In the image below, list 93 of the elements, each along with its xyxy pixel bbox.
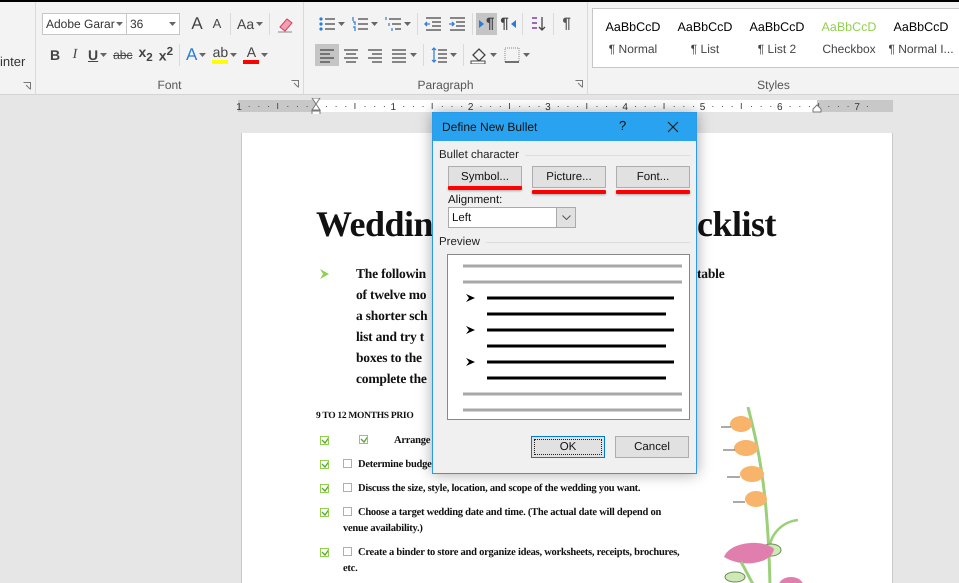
- subscript-button[interactable]: x$_{2}$: [135, 44, 156, 66]
- alignment-dropdown[interactable]: Left: [448, 207, 576, 228]
- checkbox[interactable]: [359, 435, 368, 444]
- dialog-launcher-icon[interactable]: [23, 82, 31, 90]
- multilevel-list-icon: [384, 14, 402, 32]
- alignment-label: Alignment:: [448, 194, 504, 206]
- dialog-button[interactable]: Picture...: [532, 166, 606, 188]
- show-marks-button[interactable]: ¶: [556, 12, 577, 34]
- borders-icon: [503, 46, 521, 64]
- ruler-number: 6: [777, 102, 783, 113]
- style-item[interactable]: AaBbCcD ¶ Normal: [597, 9, 669, 67]
- dialog-title: Define New Bullet: [442, 120, 538, 134]
- caret-icon: [169, 22, 176, 26]
- underline-button[interactable]: U: [85, 44, 110, 66]
- section-heading: 9 TO 12 MONTHS PRIO: [316, 411, 414, 421]
- paragraph-text: a shorter sch: [356, 307, 428, 325]
- section-label: Bullet character: [439, 149, 519, 161]
- paragraph-text: boxes to the: [356, 349, 423, 367]
- checkbox[interactable]: [343, 483, 352, 492]
- section-label: Preview: [439, 236, 480, 248]
- dialog-button[interactable]: Symbol...: [448, 166, 522, 188]
- triangle-icon: [510, 20, 516, 28]
- paragraph-text: of twelve mo: [356, 286, 428, 304]
- dialog-button[interactable]: OK: [531, 436, 605, 458]
- bold-button[interactable]: B: [45, 44, 65, 66]
- line-spacing-icon: [430, 46, 448, 64]
- checklist-text: etc.: [343, 563, 358, 574]
- ruler-number: 1: [236, 102, 242, 113]
- paragraph-text: The followin: [356, 265, 427, 283]
- checklist-text: venue availability.): [343, 523, 423, 534]
- superscript-button[interactable]: x$^{2}$: [156, 44, 176, 66]
- style-item[interactable]: AaBbCcD ¶ List 2: [741, 9, 813, 67]
- checklist-text: Discuss the size, style, location, and scope of the wedding you want.: [358, 483, 640, 494]
- style-item[interactable]: AaBbCcD ¶ Normal I...: [885, 9, 957, 67]
- document-title: Weddin: [316, 203, 434, 245]
- checkbox[interactable]: [320, 484, 329, 493]
- bullet-list-icon: [318, 14, 336, 32]
- paragraph-text: complete the: [356, 370, 428, 388]
- checkbox[interactable]: [320, 548, 329, 557]
- paragraph-text: table: [697, 265, 724, 283]
- numbered-list-icon: [351, 14, 369, 32]
- ruler-number: 1: [390, 102, 396, 113]
- checklist-text: Arrange: [394, 435, 430, 446]
- style-item[interactable]: AaBbCcD Checkbox: [813, 9, 885, 67]
- text-effects-button[interactable]: A: [183, 44, 210, 66]
- ruler-number: 3: [545, 102, 551, 113]
- change-case-button[interactable]: Aa: [234, 12, 266, 34]
- ruler-number: 2: [468, 102, 474, 113]
- checklist-text: Create a binder to store and organize ideas, worksheets, receipts, brochures,: [358, 547, 680, 558]
- checkbox[interactable]: [320, 508, 329, 517]
- triangle-icon: [479, 20, 484, 28]
- style-item[interactable]: AaBbCcD ¶ List: [669, 9, 741, 67]
- dialog-launcher-icon[interactable]: [291, 80, 299, 88]
- chevron-down-icon: [562, 215, 570, 220]
- shrink-font-button[interactable]: A: [207, 12, 227, 34]
- caret-icon: [116, 22, 123, 26]
- ruler-number: 7: [854, 102, 860, 113]
- group-label: Styles: [757, 78, 790, 92]
- checklist-text: Determine budge: [358, 459, 432, 470]
- right-to-left-button[interactable]: ¶: [497, 12, 519, 34]
- indent-marker[interactable]: [311, 98, 321, 114]
- checkbox[interactable]: [343, 547, 352, 556]
- format-painter-label[interactable]: inter: [0, 54, 26, 69]
- grow-font-button[interactable]: A: [187, 12, 207, 34]
- decrease-indent-icon: [424, 14, 442, 32]
- paragraph-text: list and try t: [356, 328, 426, 346]
- dialog-launcher-icon[interactable]: [575, 80, 583, 88]
- font-size-field[interactable]: 36: [126, 12, 180, 34]
- group-label: Font: [157, 78, 182, 92]
- checkbox[interactable]: [343, 507, 352, 516]
- paint-bucket-icon: [470, 46, 488, 64]
- checkbox[interactable]: [320, 460, 329, 469]
- help-button[interactable]: ?: [619, 118, 626, 133]
- ruler-number: 5: [700, 102, 706, 113]
- checklist-text: Choose a target wedding date and time. (The actual date will depend on: [358, 507, 662, 518]
- bullet-arrow-icon: [320, 269, 329, 279]
- highlight-button[interactable]: ab: [209, 44, 240, 66]
- italic-button[interactable]: I: [65, 44, 85, 66]
- dialog-button[interactable]: Cancel: [615, 436, 689, 458]
- close-icon[interactable]: [667, 121, 679, 133]
- checkbox[interactable]: [343, 459, 352, 468]
- font-color-button[interactable]: A: [240, 44, 272, 66]
- strikethrough-button[interactable]: abc: [110, 44, 136, 66]
- ruler-number: 4: [622, 102, 628, 113]
- document-title: cklist: [697, 203, 776, 245]
- align-left-button[interactable]: [315, 44, 339, 66]
- right-indent-marker[interactable]: [812, 104, 822, 112]
- checkbox[interactable]: [320, 436, 329, 445]
- increase-indent-icon: [448, 14, 466, 32]
- dialog-button[interactable]: Font...: [616, 166, 690, 188]
- group-label: Paragraph: [417, 78, 474, 92]
- font-name-field[interactable]: Adobe Garar: [42, 12, 127, 34]
- left-to-right-button[interactable]: ¶: [476, 12, 498, 34]
